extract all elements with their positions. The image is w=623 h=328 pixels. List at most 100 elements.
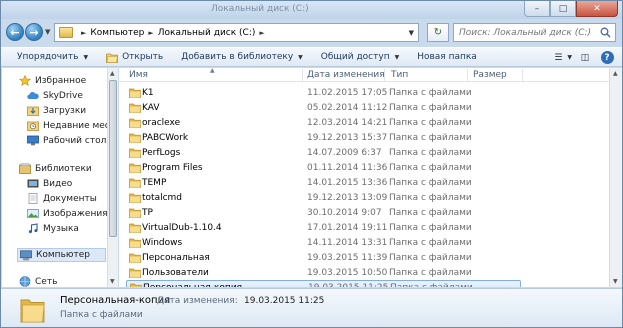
- table-row[interactable]: PerfLogs 14.07.2009 6:37 Папка с файлами: [126, 145, 521, 160]
- scroll-down-icon[interactable]: ▼: [613, 278, 618, 285]
- search-box[interactable]: [453, 23, 616, 42]
- nav-skydrive-label: SkyDrive: [43, 90, 83, 101]
- column-divider[interactable]: [384, 69, 385, 81]
- file-name: PABCWork: [142, 132, 189, 143]
- organize-menu-button[interactable]: Упорядочить ▼: [1, 48, 97, 66]
- add-to-library-button[interactable]: Добавить в библиотеку ▼: [172, 48, 312, 66]
- folder-icon: [129, 133, 141, 143]
- back-button[interactable]: ←: [6, 23, 24, 41]
- nav-desktop[interactable]: Рабочий стол: [27, 135, 106, 146]
- open-button[interactable]: Открыть: [97, 48, 172, 66]
- folder-icon: [129, 163, 141, 173]
- table-row[interactable]: KAV 05.02.2014 11:12 Папка с файлами: [126, 100, 521, 115]
- nav-network[interactable]: Сеть: [19, 276, 57, 287]
- file-name: Персональная: [142, 252, 210, 263]
- view-details-icon: ☰: [554, 52, 563, 63]
- file-date: 14.11.2014 13:31: [307, 237, 388, 248]
- change-view-button[interactable]: ☰: [549, 50, 567, 65]
- title-bar[interactable]: Локальный диск (C:) – □ ✕: [1, 1, 622, 19]
- breadcrumb-separator-icon[interactable]: ►: [81, 29, 86, 37]
- breadcrumb-separator-icon[interactable]: ►: [148, 29, 153, 37]
- chevron-down-icon[interactable]: ▼: [567, 54, 572, 61]
- nav-computer[interactable]: Компьютер: [17, 248, 106, 262]
- view-controls: ☰ ▼ ◫ ?: [545, 50, 616, 65]
- table-row[interactable]: TP 30.10.2014 9:07 Папка с файлами: [126, 205, 521, 220]
- chevron-down-icon: ▼: [83, 53, 89, 61]
- file-name: Windows: [142, 237, 183, 248]
- file-type: Папка с файлами: [389, 207, 472, 218]
- column-divider[interactable]: [522, 69, 523, 81]
- recent-pages-dropdown-icon[interactable]: ▼: [45, 28, 50, 36]
- new-folder-button[interactable]: Новая папка: [408, 48, 486, 66]
- column-type[interactable]: Тип: [391, 70, 408, 80]
- column-name[interactable]: Имя: [129, 70, 148, 80]
- images-library-icon: [27, 209, 39, 218]
- maximize-button[interactable]: □: [550, 1, 576, 17]
- nav-favorites-label: Избранное: [35, 75, 87, 86]
- scroll-up-icon[interactable]: ▲: [613, 70, 618, 77]
- column-divider[interactable]: [467, 69, 468, 81]
- table-row[interactable]: totalcmd 19.12.2013 13:09 Папка с файлами: [126, 190, 521, 205]
- forward-arrow-icon: →: [29, 25, 39, 39]
- forward-button[interactable]: →: [25, 23, 43, 41]
- table-row[interactable]: K1 11.02.2015 17:05 Папка с файлами: [126, 85, 521, 100]
- help-button[interactable]: ?: [598, 50, 616, 65]
- file-name: VirtualDub-1.10.4: [142, 222, 222, 233]
- address-bar[interactable]: ► Компьютер ► Локальный диск (C:) ► ▼: [54, 23, 419, 42]
- nav-documents[interactable]: Документы: [27, 193, 97, 204]
- breadcrumb-separator-icon[interactable]: ►: [259, 29, 264, 37]
- table-row[interactable]: oraclexe 12.03.2014 14:21 Папка с файлами: [126, 115, 521, 130]
- table-row[interactable]: VirtualDub-1.10.4 17.01.2014 19:11 Папка с…: [126, 220, 521, 235]
- address-dropdown-icon[interactable]: ▼: [409, 29, 414, 37]
- preview-pane-button[interactable]: ◫: [576, 50, 594, 65]
- nav-music[interactable]: Музыка: [27, 223, 79, 234]
- file-date: 19.03.2015 10:50: [307, 267, 388, 278]
- table-row[interactable]: Пользователи 19.03.2015 10:50 Папка с файл…: [126, 265, 521, 280]
- nav-skydrive[interactable]: SkyDrive: [27, 90, 83, 101]
- documents-library-icon: [28, 193, 38, 204]
- nav-favorites[interactable]: Избранное: [19, 75, 86, 86]
- column-divider[interactable]: [302, 69, 303, 81]
- minimize-button[interactable]: –: [524, 1, 550, 17]
- table-row[interactable]: TEMP 14.01.2015 13:36 Папка с файлами: [126, 175, 521, 190]
- video-library-icon: [27, 179, 39, 188]
- nav-downloads[interactable]: Загрузки: [27, 105, 86, 116]
- table-row[interactable]: Персональная-копия 19.03.2015 11:25Папка …: [126, 280, 521, 287]
- computer-icon: [20, 249, 32, 260]
- folder-icon: [20, 299, 45, 323]
- nav-video[interactable]: Видео: [27, 178, 72, 189]
- search-input[interactable]: [459, 27, 599, 38]
- nav-images[interactable]: Изображения: [27, 208, 107, 219]
- file-name: TEMP: [142, 177, 167, 188]
- window-controls: – □ ✕: [524, 1, 618, 17]
- scroll-up-icon[interactable]: ▲: [110, 70, 115, 77]
- new-folder-label: Новая папка: [417, 52, 477, 62]
- nav-libraries[interactable]: Библиотеки: [19, 163, 92, 174]
- refresh-button[interactable]: ↻: [427, 23, 449, 42]
- nav-recent-label: Недавние места: [43, 120, 107, 131]
- search-icon[interactable]: [600, 27, 611, 38]
- nav-recent-places[interactable]: Недавние места: [27, 120, 107, 131]
- share-button[interactable]: Общий доступ ▼: [312, 48, 408, 66]
- column-size[interactable]: Размер: [473, 70, 507, 80]
- file-name: Program Files: [142, 162, 203, 173]
- navigation-scrollbar[interactable]: ▲ ▼: [107, 68, 118, 287]
- column-date[interactable]: Дата изменения: [307, 70, 385, 80]
- details-pane: Персональная-копия Дата изменения: 19.03…: [1, 288, 622, 327]
- file-list-scrollbar[interactable]: ▲ ▼: [609, 68, 622, 287]
- table-row[interactable]: PABCWork 19.12.2013 15:37 Папка с файлами: [126, 130, 521, 145]
- modified-date-label: Дата изменения:: [157, 296, 238, 306]
- breadcrumb-local-disk[interactable]: Локальный диск (C:): [158, 28, 256, 38]
- breadcrumb-computer[interactable]: Компьютер: [90, 28, 144, 38]
- file-date: 19.12.2013 15:37: [307, 132, 388, 143]
- table-row[interactable]: Персональная 19.03.2015 11:39 Папка с файл…: [126, 250, 521, 265]
- explorer-window: Локальный диск (C:) – □ ✕ ← → ▼ ► Компью…: [0, 0, 623, 328]
- folder-icon: [129, 103, 141, 113]
- file-type: Папка с файлами: [389, 87, 472, 98]
- close-button[interactable]: ✕: [576, 1, 618, 17]
- scrollbar-thumb[interactable]: [109, 80, 117, 237]
- table-row[interactable]: Program Files 01.11.2014 11:36 Папка с фай…: [126, 160, 521, 175]
- folder-icon: [129, 268, 141, 278]
- scroll-down-icon[interactable]: ▼: [110, 278, 115, 285]
- table-row[interactable]: Windows 14.11.2014 13:31 Папка с файлами: [126, 235, 521, 250]
